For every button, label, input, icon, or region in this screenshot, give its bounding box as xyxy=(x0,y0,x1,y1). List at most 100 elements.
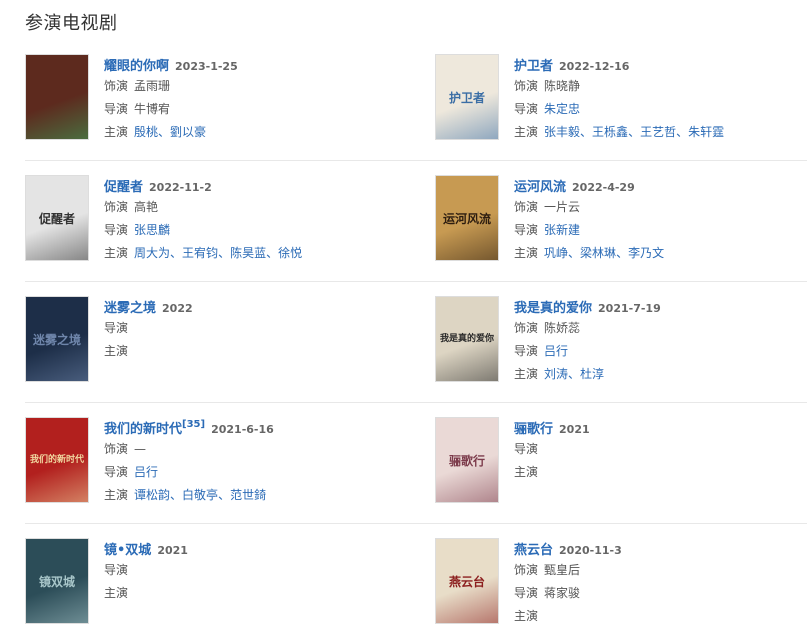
director-label: 导演 xyxy=(104,321,129,335)
drama-title-line: 耀眼的你啊 2023-1-25 xyxy=(104,54,404,75)
drama-poster[interactable]: 促醒者 xyxy=(25,175,89,261)
actor-link[interactable]: 王宥钧 xyxy=(182,246,218,260)
director-label: 导演 xyxy=(104,465,129,479)
drama-poster[interactable]: 迷雾之境 xyxy=(25,296,89,382)
actor-link[interactable]: 梁林琳 xyxy=(580,246,616,260)
poster-artwork-text: 我是真的爱你 xyxy=(439,334,494,344)
starring-field: 主演 xyxy=(104,340,404,363)
drama-row: 迷雾之境 迷雾之境 2022 导演 主演 我是真的爱你 我是真的爱你 2021-7-19 饰演陈… xyxy=(25,282,807,403)
drama-title-link[interactable]: 我们的新时代 xyxy=(104,422,182,437)
actor-link[interactable]: 周大为 xyxy=(134,246,170,260)
drama-title-line: 运河风流 2022-4-29 xyxy=(514,175,807,196)
drama-title-link[interactable]: 护卫者 xyxy=(514,59,553,74)
drama-poster[interactable]: 运河风流 xyxy=(435,175,499,261)
drama-date: 2022 xyxy=(162,302,193,315)
drama-poster[interactable]: 我是真的爱你 xyxy=(435,296,499,382)
drama-card: 我们的新时代 我们的新时代[35] 2021-6-16 饰演 — 导演 吕行 主演 谭松韵、白敬… xyxy=(25,417,405,507)
starring-field: 主演 周大为、王宥钧、陈昊蓝、徐悦 xyxy=(104,242,404,265)
drama-date: 2023-1-25 xyxy=(175,60,238,73)
actor-link[interactable]: 殷桃 xyxy=(134,125,158,139)
director-label: 导演 xyxy=(514,223,539,237)
drama-title-link[interactable]: 我是真的爱你 xyxy=(514,301,592,316)
director-field: 导演 蒋家骏 xyxy=(514,582,807,605)
drama-date: 2020-11-3 xyxy=(559,544,622,557)
drama-info: 我是真的爱你 2021-7-19 饰演 陈娇蕊 导演 吕行 主演 刘涛、杜淳 xyxy=(514,296,807,386)
role-label: 饰演 xyxy=(514,321,539,335)
director-label: 导演 xyxy=(104,102,129,116)
drama-card: 耀眼的你啊 2023-1-25 饰演 孟雨珊 导演 牛博宥 主演 殷桃、劉以豪 xyxy=(25,54,405,144)
drama-title-link[interactable]: 燕云台 xyxy=(514,543,553,558)
starring-field: 主演 xyxy=(514,605,807,628)
director-name: 蒋家骏 xyxy=(544,586,581,600)
role-label: 饰演 xyxy=(514,563,539,577)
drama-info: 促醒者 2022-11-2 饰演 高艳 导演 张思麟 主演 周大为、王宥钧、陈昊蓝、徐悦 xyxy=(104,175,404,265)
drama-info: 护卫者 2022-12-16 饰演 陈晓静 导演 朱定忠 主演 张丰毅、王栎鑫、王艺哲、朱轩霆 xyxy=(514,54,807,144)
drama-poster[interactable]: 骊歌行 xyxy=(435,417,499,503)
role-field: 饰演 高艳 xyxy=(104,196,404,219)
actor-link[interactable]: 谭松韵 xyxy=(134,488,170,502)
poster-artwork-text: 运河风流 xyxy=(442,212,491,226)
separator: 、 xyxy=(616,246,629,260)
starring-field: 主演 xyxy=(104,582,404,605)
director-name[interactable]: 吕行 xyxy=(134,465,158,479)
drama-title-link[interactable]: 促醒者 xyxy=(104,180,143,195)
starring-field: 主演 巩峥、梁林琳、李乃文 xyxy=(514,242,807,265)
actor-link[interactable]: 巩峥 xyxy=(544,246,568,260)
actor-link[interactable]: 李乃文 xyxy=(628,246,664,260)
drama-title-link[interactable]: 耀眼的你啊 xyxy=(104,59,169,74)
actor-link[interactable]: 陈昊蓝 xyxy=(230,246,266,260)
drama-poster[interactable]: 燕云台 xyxy=(435,538,499,624)
actor-link[interactable]: 杜淳 xyxy=(580,367,604,381)
starring-label: 主演 xyxy=(104,344,129,358)
actor-link[interactable]: 白敬亭 xyxy=(182,488,218,502)
director-field: 导演 朱定忠 xyxy=(514,98,807,121)
starring-label: 主演 xyxy=(514,246,539,260)
drama-date: 2021-7-19 xyxy=(598,302,661,315)
drama-title-link[interactable]: 迷雾之境 xyxy=(104,301,156,316)
actor-link[interactable]: 劉以豪 xyxy=(170,125,206,139)
role-label: 饰演 xyxy=(104,79,129,93)
actor-link[interactable]: 刘涛 xyxy=(544,367,568,381)
role-value: 陈娇蕊 xyxy=(544,321,581,335)
role-label: 饰演 xyxy=(104,200,129,214)
drama-poster[interactable] xyxy=(25,54,89,140)
starring-field: 主演 殷桃、劉以豪 xyxy=(104,121,404,144)
drama-title-line: 骊歌行 2021 xyxy=(514,417,807,438)
drama-title-link[interactable]: 镜•双城 xyxy=(104,543,151,558)
drama-title-link[interactable]: 骊歌行 xyxy=(514,422,553,437)
actor-link[interactable]: 王艺哲 xyxy=(640,125,676,139)
starring-label: 主演 xyxy=(514,465,539,479)
drama-date: 2022-11-2 xyxy=(149,181,212,194)
drama-poster[interactable]: 镜双城 xyxy=(25,538,89,624)
separator: 、 xyxy=(218,246,231,260)
director-field: 导演 吕行 xyxy=(104,461,404,484)
actor-link[interactable]: 朱轩霆 xyxy=(688,125,724,139)
actor-link[interactable]: 范世錡 xyxy=(230,488,266,502)
citation-link[interactable]: [35] xyxy=(182,419,205,430)
actor-link[interactable]: 王栎鑫 xyxy=(592,125,628,139)
actor-link[interactable]: 张丰毅 xyxy=(544,125,580,139)
director-name[interactable]: 朱定忠 xyxy=(544,102,580,116)
role-label: 饰演 xyxy=(514,200,539,214)
role-field: 饰演 — xyxy=(104,438,404,461)
director-name[interactable]: 吕行 xyxy=(544,344,568,358)
drama-card: 我是真的爱你 我是真的爱你 2021-7-19 饰演 陈娇蕊 导演 吕行 主演 刘涛、杜淳 xyxy=(435,296,807,386)
drama-poster[interactable]: 我们的新时代 xyxy=(25,417,89,503)
drama-info: 燕云台 2020-11-3 饰演 甄皇后导演 蒋家骏 主演 xyxy=(514,538,807,628)
role-field: 饰演 一片云 xyxy=(514,196,807,219)
role-value: 孟雨珊 xyxy=(134,79,171,93)
drama-card: 迷雾之境 迷雾之境 2022 导演主演 xyxy=(25,296,405,386)
drama-info: 镜•双城 2021 导演 主演 xyxy=(104,538,404,605)
poster-artwork-text: 燕云台 xyxy=(448,575,485,589)
role-value: 甄皇后 xyxy=(544,563,581,577)
drama-poster[interactable]: 护卫者 xyxy=(435,54,499,140)
director-name[interactable]: 张新建 xyxy=(544,223,580,237)
drama-title-link[interactable]: 运河风流 xyxy=(514,180,566,195)
drama-card: 燕云台 燕云台 2020-11-3 饰演 甄皇后 导演 蒋家骏 主演 xyxy=(435,538,807,628)
poster-artwork-text: 我们的新时代 xyxy=(29,455,84,465)
actor-link[interactable]: 徐悦 xyxy=(278,246,302,260)
starring-field: 主演 谭松韵、白敬亭、范世錡 xyxy=(104,484,404,507)
director-name[interactable]: 张思麟 xyxy=(134,223,170,237)
director-field: 导演 xyxy=(514,438,807,461)
poster-artwork-text: 促醒者 xyxy=(38,212,75,226)
